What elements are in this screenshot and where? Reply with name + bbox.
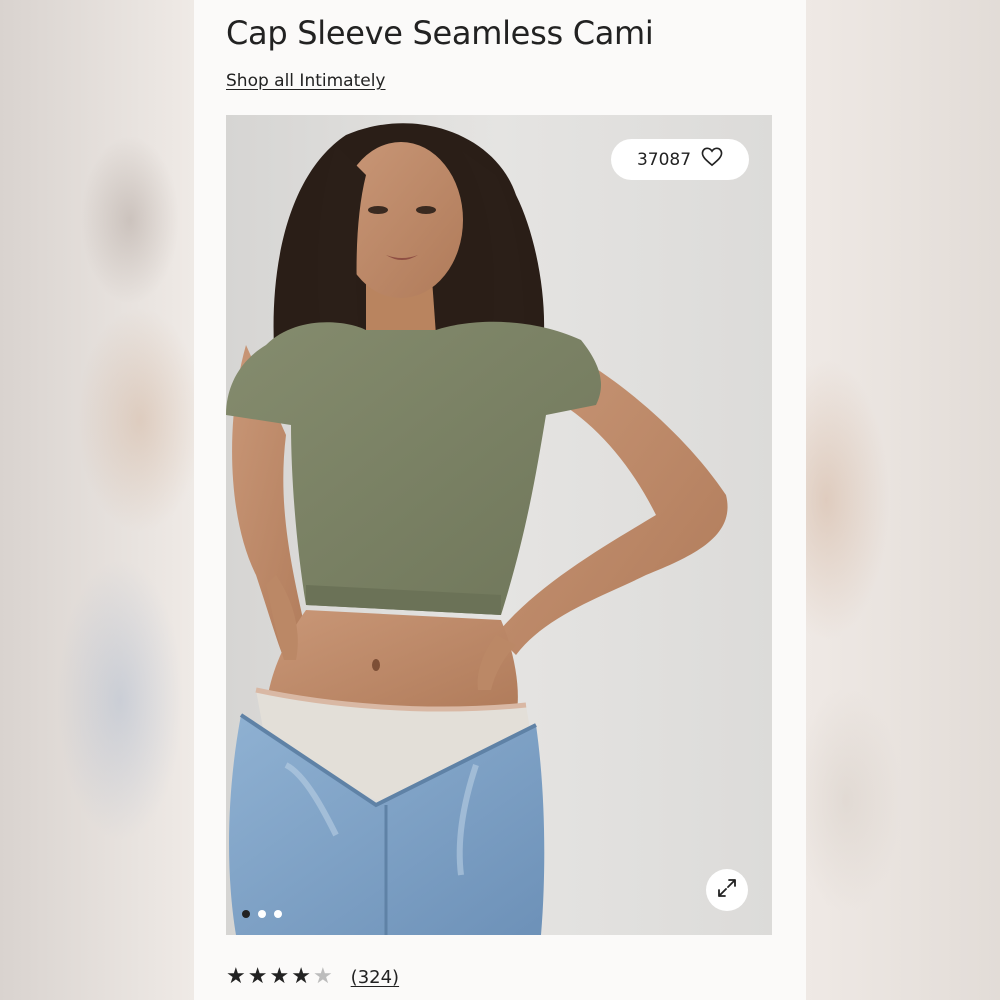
star-icon: ★ bbox=[226, 964, 246, 989]
star-icon: ★ bbox=[269, 964, 290, 989]
rating-summary: ★ ★ ★ ★ ★ (324) bbox=[226, 966, 399, 988]
product-image[interactable]: 37087 bbox=[226, 115, 772, 935]
favorites-count: 37087 bbox=[636, 149, 692, 170]
carousel-dot-2[interactable] bbox=[258, 910, 266, 918]
carousel-dots bbox=[242, 910, 282, 918]
carousel-dot-3[interactable] bbox=[274, 910, 282, 918]
blurred-background-right bbox=[806, 0, 1000, 1000]
favorite-button[interactable]: 37087 bbox=[611, 139, 749, 180]
heart-icon bbox=[701, 147, 723, 172]
model-illustration bbox=[226, 115, 772, 935]
product-title: Cap Sleeve Seamless Cami bbox=[226, 14, 654, 52]
shop-all-link[interactable]: Shop all Intimately bbox=[226, 71, 386, 91]
carousel-dot-1[interactable] bbox=[242, 910, 250, 918]
product-card: Cap Sleeve Seamless Cami Shop all Intima… bbox=[194, 0, 806, 1000]
expand-image-button[interactable] bbox=[706, 869, 748, 911]
star-icon: ★ bbox=[291, 964, 311, 989]
blurred-background-left bbox=[0, 0, 194, 1000]
review-count-link[interactable]: (324) bbox=[351, 967, 399, 988]
expand-icon bbox=[716, 877, 738, 903]
star-empty-icon: ★ bbox=[312, 964, 333, 989]
star-icon: ★ bbox=[247, 964, 268, 989]
